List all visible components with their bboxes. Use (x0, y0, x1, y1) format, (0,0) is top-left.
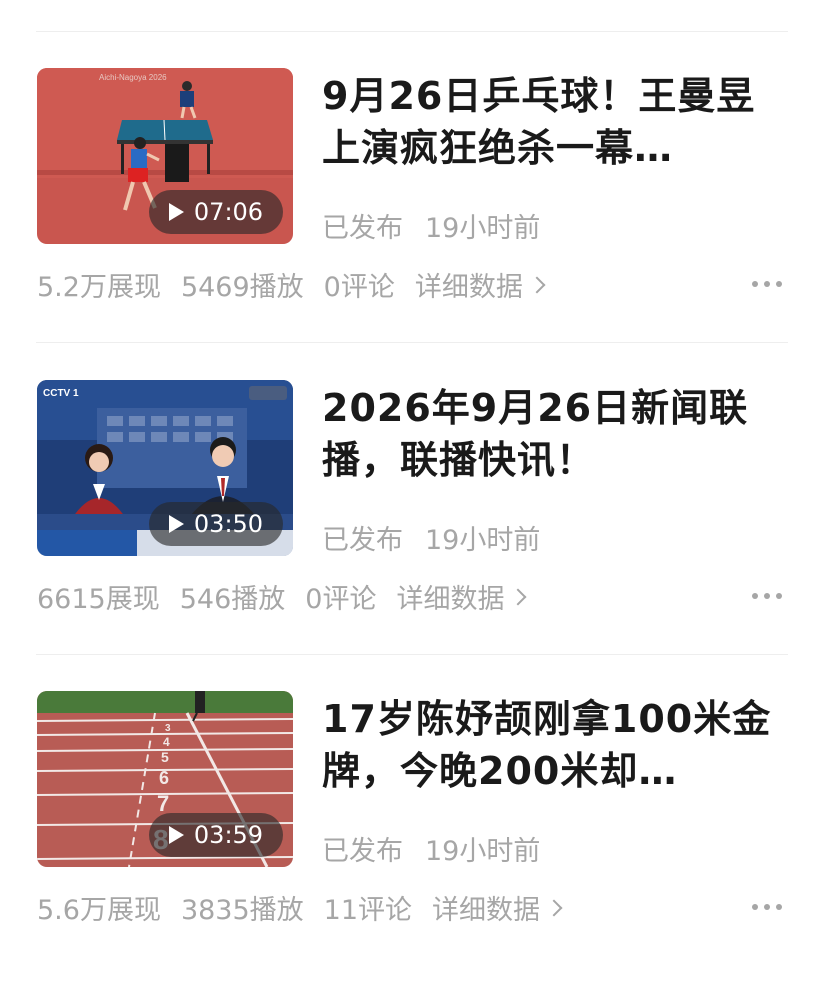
plays-count: 3835播放 (180, 894, 304, 926)
video-thumbnail[interactable]: 3 4 5 6 7 8 03:59 (37, 691, 293, 867)
svg-text:5: 5 (161, 749, 169, 765)
video-title[interactable]: 2026年9月26日新闻联播，联播快讯！ (322, 382, 782, 486)
video-thumbnail[interactable]: CCTV 1 03:50 (37, 380, 293, 556)
publish-info: 已发布 19小时前 (322, 829, 540, 868)
more-options-icon[interactable] (752, 593, 782, 599)
chevron-right-icon (545, 899, 563, 917)
plays-count: 5469播放 (180, 271, 304, 303)
video-item[interactable]: 3 4 5 6 7 8 03:59 17岁陈妤颉刚拿100米金牌，今晚200米却… (0, 691, 824, 991)
chevron-right-icon (509, 588, 527, 606)
video-duration-badge[interactable]: 07:06 (149, 190, 283, 234)
svg-text:6: 6 (159, 768, 169, 788)
video-stats: 5.6万展现 3835播放 11评论 详细数据 (37, 887, 563, 927)
thumb-watermark-text: Aichi-Nagoya 2026 (99, 73, 167, 82)
video-item[interactable]: CCTV 1 03:50 2026年9月26日新闻联播，联播快讯！ 已发布 19… (0, 380, 824, 680)
impressions-count: 5.2万展现 (37, 271, 161, 303)
item-divider (36, 654, 788, 655)
svg-text:3: 3 (165, 723, 171, 734)
channel-logo-text: CCTV 1 (43, 388, 79, 399)
video-item[interactable]: Aichi-Nagoya 2026 07:06 9月26日乒乓球！王曼昱上演疯狂… (0, 68, 824, 368)
video-stats: 5.2万展现 5469播放 0评论 详细数据 (37, 264, 546, 304)
detail-data-link[interactable]: 详细数据 (432, 888, 563, 927)
video-duration-badge[interactable]: 03:50 (149, 502, 283, 546)
duration-text: 03:59 (193, 821, 264, 849)
published-label: 已发布 (322, 836, 403, 867)
duration-text: 03:50 (193, 510, 264, 538)
play-icon (168, 826, 184, 844)
comments-count: 11评论 (323, 894, 413, 926)
detail-data-label: 详细数据 (396, 583, 505, 615)
video-duration-badge[interactable]: 03:59 (149, 813, 283, 857)
impressions-count: 6615展现 (37, 583, 160, 615)
published-time: 19小时前 (425, 525, 541, 556)
detail-data-link[interactable]: 详细数据 (414, 265, 546, 304)
publish-info: 已发布 19小时前 (322, 518, 540, 557)
published-label: 已发布 (322, 525, 403, 556)
item-divider (36, 342, 788, 343)
detail-data-link[interactable]: 详细数据 (396, 577, 527, 616)
chevron-right-icon (528, 276, 546, 294)
detail-data-label: 详细数据 (414, 271, 523, 303)
duration-text: 07:06 (193, 198, 264, 226)
video-title[interactable]: 17岁陈妤颉刚拿100米金牌，今晚200米却… (322, 693, 782, 797)
comments-count: 0评论 (305, 583, 377, 615)
publish-info: 已发布 19小时前 (322, 206, 540, 245)
svg-text:4: 4 (163, 735, 170, 749)
play-icon (168, 203, 184, 221)
video-stats: 6615展现 546播放 0评论 详细数据 (37, 576, 527, 616)
video-thumbnail[interactable]: Aichi-Nagoya 2026 07:06 (37, 68, 293, 244)
more-options-icon[interactable] (752, 281, 782, 287)
top-divider (36, 31, 788, 32)
published-time: 19小时前 (425, 213, 541, 244)
detail-data-label: 详细数据 (432, 894, 541, 926)
impressions-count: 5.6万展现 (37, 894, 161, 926)
comments-count: 0评论 (323, 271, 395, 303)
plays-count: 546播放 (179, 583, 286, 615)
play-icon (168, 515, 184, 533)
published-time: 19小时前 (425, 836, 541, 867)
more-options-icon[interactable] (752, 904, 782, 910)
video-title[interactable]: 9月26日乒乓球！王曼昱上演疯狂绝杀一幕… (322, 70, 782, 174)
published-label: 已发布 (322, 213, 403, 244)
